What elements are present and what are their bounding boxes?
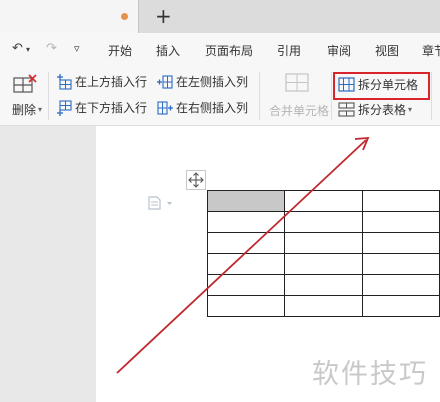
annotation-arrow-icon <box>116 136 370 374</box>
watermark-text: 软件技巧 <box>312 359 428 390</box>
